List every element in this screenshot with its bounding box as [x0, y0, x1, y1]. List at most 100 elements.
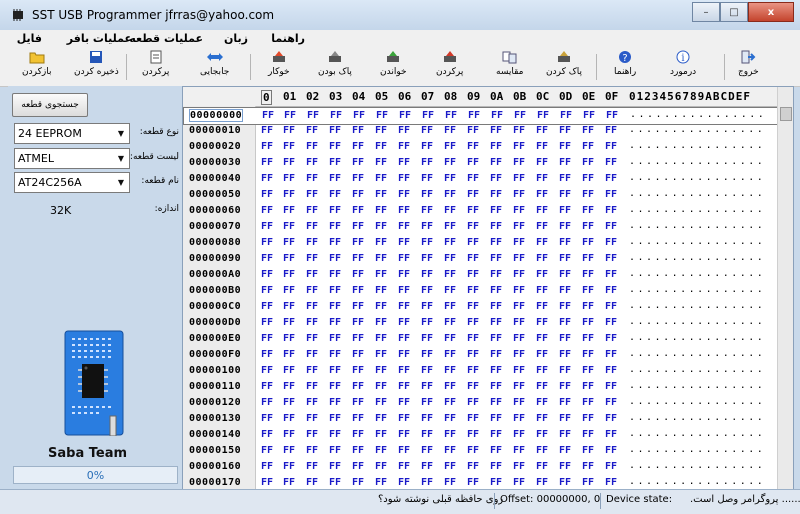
hex-byte[interactable]: FF: [261, 221, 273, 232]
hex-byte[interactable]: FF: [375, 349, 387, 360]
hex-byte[interactable]: FF: [513, 365, 525, 376]
hex-byte[interactable]: FF: [605, 413, 617, 424]
hex-byte[interactable]: FF: [467, 397, 479, 408]
hex-byte[interactable]: FF: [444, 157, 456, 168]
hex-byte[interactable]: FF: [513, 141, 525, 152]
hex-byte[interactable]: FF: [536, 173, 548, 184]
hex-byte[interactable]: FF: [261, 397, 273, 408]
hex-byte[interactable]: FF: [329, 445, 341, 456]
device-type-select[interactable]: 24 EEPROM ▼: [14, 123, 130, 144]
hex-byte[interactable]: FF: [352, 253, 364, 264]
hex-row[interactable]: 00000150 FF FF FF FF FF FF FF FF FF FF FF FF FF FF FF FF…: [183, 443, 777, 459]
hex-byte[interactable]: FF: [398, 237, 410, 248]
hex-byte[interactable]: FF: [421, 429, 433, 440]
hex-byte[interactable]: FF: [352, 317, 364, 328]
hex-byte[interactable]: FF: [467, 381, 479, 392]
hex-byte[interactable]: FF: [444, 189, 456, 200]
hex-byte[interactable]: FF: [352, 477, 364, 488]
hex-byte[interactable]: FF: [605, 333, 617, 344]
hex-byte[interactable]: FF: [283, 157, 295, 168]
hex-row[interactable]: 00000130 FF FF FF FF FF FF FF FF FF FF FF FF FF FF FF FF…: [183, 411, 777, 427]
hex-row[interactable]: 00000120 FF FF FF FF FF FF FF FF FF FF FF FF FF FF FF FF…: [183, 395, 777, 411]
hex-byte[interactable]: FF: [467, 413, 479, 424]
hex-byte[interactable]: FF: [536, 445, 548, 456]
hex-row[interactable]: 000000B0 FF FF FF FF FF FF FF FF FF FF FF FF FF FF FF FF…: [183, 283, 777, 299]
hex-byte[interactable]: FF: [444, 317, 456, 328]
hex-byte[interactable]: FF: [605, 141, 617, 152]
hex-byte[interactable]: FF: [306, 157, 318, 168]
hex-byte[interactable]: FF: [306, 269, 318, 280]
hex-byte[interactable]: FF: [536, 237, 548, 248]
hex-byte[interactable]: FF: [444, 253, 456, 264]
tool-blank-check[interactable]: پاک بودن: [318, 49, 352, 85]
hex-byte[interactable]: FF: [330, 110, 342, 121]
hex-row[interactable]: 00000060 FF FF FF FF FF FF FF FF FF FF FF FF FF FF FF FF…: [183, 203, 777, 219]
hex-byte[interactable]: FF: [283, 477, 295, 488]
hex-byte[interactable]: FF: [467, 365, 479, 376]
hex-byte[interactable]: FF: [513, 317, 525, 328]
hex-byte[interactable]: FF: [261, 349, 273, 360]
hex-byte[interactable]: FF: [559, 189, 571, 200]
minimize-button[interactable]: –: [692, 2, 720, 22]
hex-byte[interactable]: FF: [375, 445, 387, 456]
hex-byte[interactable]: FF: [444, 413, 456, 424]
hex-byte[interactable]: FF: [605, 461, 617, 472]
device-list-select[interactable]: ATMEL ▼: [14, 148, 130, 169]
hex-byte[interactable]: FF: [582, 301, 594, 312]
hex-byte[interactable]: FF: [306, 477, 318, 488]
hex-byte[interactable]: FF: [398, 205, 410, 216]
hex-byte[interactable]: FF: [421, 349, 433, 360]
hex-byte[interactable]: FF: [398, 349, 410, 360]
hex-byte[interactable]: FF: [398, 317, 410, 328]
hex-byte[interactable]: FF: [513, 397, 525, 408]
hex-byte[interactable]: FF: [352, 349, 364, 360]
hex-byte[interactable]: FF: [375, 429, 387, 440]
hex-byte[interactable]: FF: [329, 317, 341, 328]
hex-byte[interactable]: FF: [582, 157, 594, 168]
hex-byte[interactable]: FF: [490, 253, 502, 264]
menu-file[interactable]: فایل: [17, 32, 42, 45]
hex-byte[interactable]: FF: [398, 285, 410, 296]
hex-byte[interactable]: FF: [559, 445, 571, 456]
hex-byte[interactable]: FF: [444, 237, 456, 248]
hex-row[interactable]: 00000010 FF FF FF FF FF FF FF FF FF FF FF FF FF FF FF FF…: [183, 123, 777, 139]
hex-byte[interactable]: FF: [421, 445, 433, 456]
hex-byte[interactable]: FF: [490, 429, 502, 440]
hex-byte[interactable]: FF: [559, 125, 571, 136]
hex-byte[interactable]: FF: [261, 365, 273, 376]
hex-byte[interactable]: FF: [421, 477, 433, 488]
hex-row[interactable]: 00000140 FF FF FF FF FF FF FF FF FF FF FF FF FF FF FF FF…: [183, 427, 777, 443]
hex-byte[interactable]: FF: [261, 141, 273, 152]
hex-byte[interactable]: FF: [375, 141, 387, 152]
hex-byte[interactable]: FF: [444, 349, 456, 360]
hex-byte[interactable]: FF: [536, 253, 548, 264]
hex-byte[interactable]: FF: [421, 205, 433, 216]
hex-byte[interactable]: FF: [306, 205, 318, 216]
device-name-select[interactable]: AT24C256A ▼: [14, 172, 130, 193]
hex-byte[interactable]: FF: [513, 269, 525, 280]
hex-byte[interactable]: FF: [375, 237, 387, 248]
hex-byte[interactable]: FF: [467, 253, 479, 264]
hex-byte[interactable]: FF: [352, 413, 364, 424]
hex-row[interactable]: 00000070 FF FF FF FF FF FF FF FF FF FF FF FF FF FF FF FF…: [183, 219, 777, 235]
hex-byte[interactable]: FF: [306, 333, 318, 344]
hex-byte[interactable]: FF: [444, 477, 456, 488]
hex-byte[interactable]: FF: [261, 333, 273, 344]
hex-byte[interactable]: FF: [283, 461, 295, 472]
hex-byte[interactable]: FF: [467, 445, 479, 456]
hex-byte[interactable]: FF: [536, 285, 548, 296]
hex-byte[interactable]: FF: [467, 189, 479, 200]
hex-byte[interactable]: FF: [559, 461, 571, 472]
hex-byte[interactable]: FF: [536, 125, 548, 136]
hex-byte[interactable]: FF: [283, 253, 295, 264]
hex-byte[interactable]: FF: [421, 333, 433, 344]
hex-byte[interactable]: FF: [399, 110, 411, 121]
tool-exit[interactable]: خروج: [738, 49, 759, 85]
hex-byte[interactable]: FF: [329, 429, 341, 440]
hex-byte[interactable]: FF: [261, 301, 273, 312]
hex-byte[interactable]: FF: [283, 429, 295, 440]
hex-byte[interactable]: FF: [421, 253, 433, 264]
search-device-button[interactable]: جستجوی قطعه: [12, 93, 88, 117]
hex-byte[interactable]: FF: [375, 253, 387, 264]
hex-byte[interactable]: FF: [329, 157, 341, 168]
